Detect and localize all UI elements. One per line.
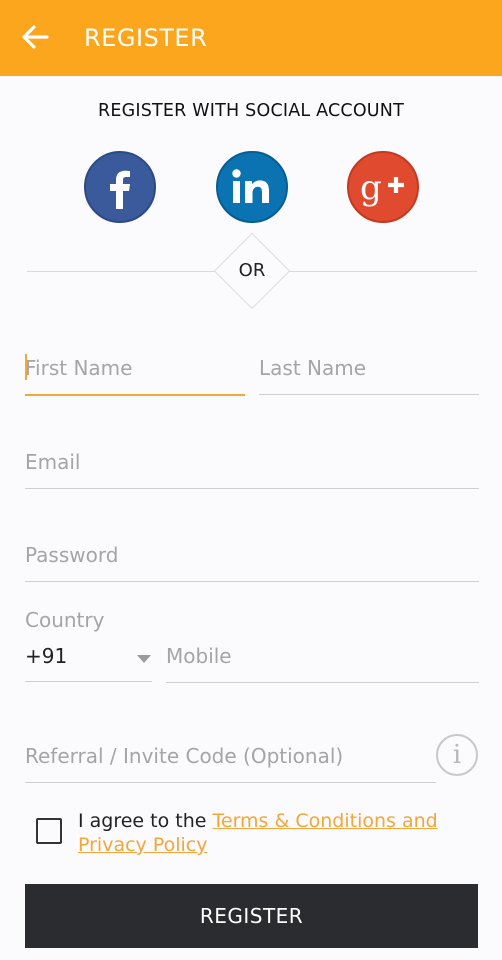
linkedin-icon (232, 169, 269, 203)
mobile-underline (166, 682, 479, 683)
dropdown-arrow-icon[interactable] (137, 655, 151, 663)
first-name-input[interactable] (25, 348, 245, 388)
last-name-field (259, 348, 479, 395)
email-input[interactable] (25, 442, 479, 482)
country-underline-wrap (25, 680, 152, 682)
or-label: OR (238, 260, 266, 281)
app-bar: REGISTER (0, 0, 502, 76)
country-label: Country (25, 608, 105, 632)
svg-text:g: g (360, 168, 382, 208)
password-input[interactable] (25, 535, 479, 575)
info-icon[interactable]: i (436, 734, 478, 776)
agreement-prefix: I agree to the (78, 810, 213, 832)
password-field (25, 535, 479, 582)
agree-checkbox[interactable] (36, 818, 62, 844)
country-underline (25, 681, 152, 682)
country-code-select[interactable]: +91 (25, 644, 67, 668)
divider-right (279, 271, 477, 272)
text-caret (25, 354, 27, 380)
referral-field (25, 736, 436, 783)
google-plus-button[interactable]: g (347, 151, 419, 223)
mobile-input[interactable] (166, 636, 479, 676)
last-name-underline (259, 394, 479, 395)
referral-input[interactable] (25, 736, 436, 776)
register-button[interactable]: REGISTER (25, 884, 478, 948)
back-arrow-icon[interactable] (20, 22, 50, 52)
last-name-input[interactable] (259, 348, 479, 388)
linkedin-button[interactable] (216, 151, 288, 223)
email-field (25, 442, 479, 489)
password-underline (25, 581, 479, 582)
agreement-text: I agree to the Terms & Conditions and Pr… (78, 809, 478, 857)
email-underline (25, 488, 479, 489)
mobile-field (166, 636, 479, 683)
first-name-underline (25, 394, 245, 396)
divider-left (27, 271, 225, 272)
page-title: REGISTER (84, 24, 208, 52)
google-plus-icon: g (360, 168, 404, 208)
referral-underline (25, 782, 436, 783)
social-heading: REGISTER WITH SOCIAL ACCOUNT (97, 101, 404, 121)
first-name-field (25, 348, 245, 396)
facebook-icon (110, 170, 130, 209)
facebook-button[interactable] (84, 151, 156, 223)
